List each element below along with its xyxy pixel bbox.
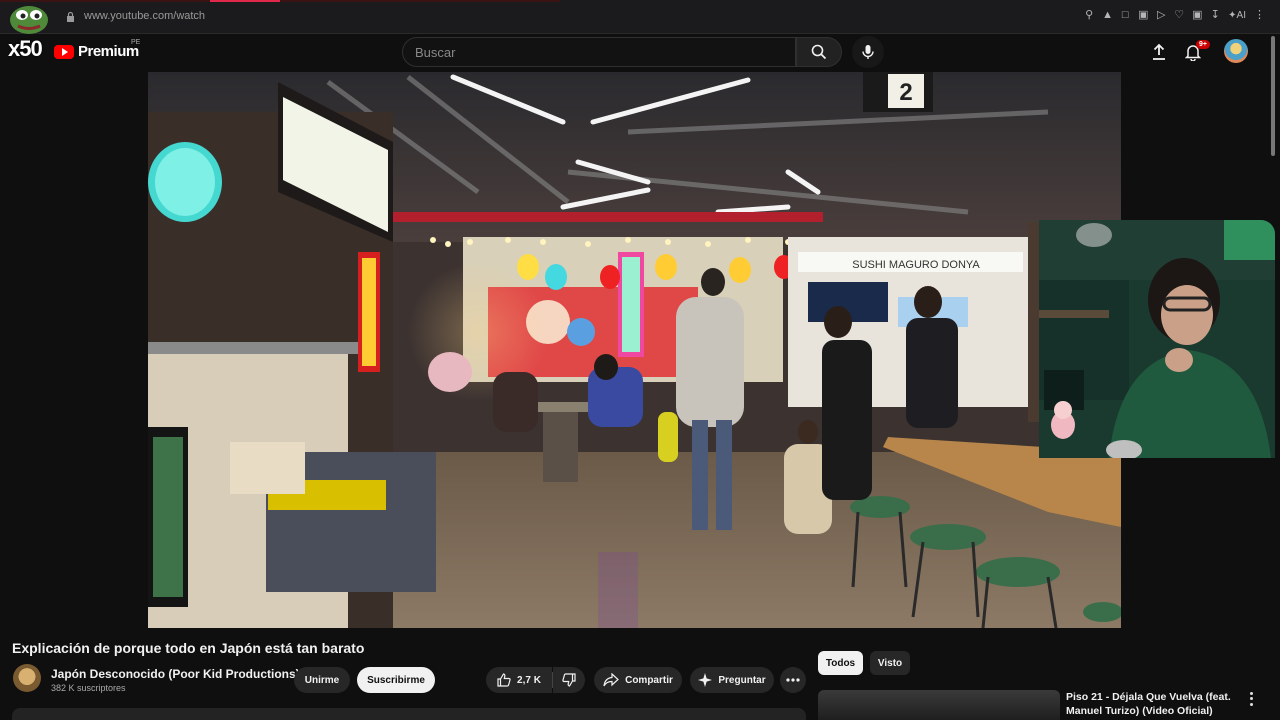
ask-label: Preguntar [718, 674, 766, 686]
browser-toolbar: www.youtube.com/watch ⚲ ▲ □ ▣ ▷ ♡ ▣ ↧ ✦A… [0, 0, 1280, 34]
zoom-icon[interactable]: ⚲ [1084, 9, 1094, 21]
ai-icon[interactable]: ✦AI [1228, 10, 1246, 21]
search-icon [811, 44, 827, 60]
menu-icon[interactable]: ⋮ [1254, 9, 1265, 21]
heart-icon[interactable]: ♡ [1174, 9, 1184, 21]
logo-text: Premium [78, 43, 139, 60]
video-title: Explicación de porque todo en Japón está… [12, 640, 365, 656]
upload-button[interactable] [1148, 41, 1170, 63]
chip-watched[interactable]: Visto [870, 651, 910, 675]
youtube-premium-logo[interactable]: Premium PE [54, 39, 140, 60]
download-icon[interactable]: ↧ [1210, 9, 1220, 21]
subscribe-label: Suscribirme [367, 674, 425, 686]
lock-icon [67, 11, 74, 22]
subscriber-count: 382 K suscriptores [51, 683, 126, 693]
subscribe-button[interactable]: Suscribirme [357, 667, 435, 693]
address-bar[interactable]: www.youtube.com/watch [84, 10, 205, 22]
tab-strip [0, 0, 560, 2]
like-count: 2,7 K [517, 674, 541, 686]
join-label: Unirme [304, 674, 340, 686]
store-sign: SUSHI MAGURO DONYA [852, 259, 980, 271]
thumbs-up-icon [497, 673, 511, 687]
channel-avatar[interactable] [13, 664, 41, 692]
thumbs-down-icon [562, 673, 576, 687]
chip-all[interactable]: Todos [818, 651, 863, 675]
recommended-video-menu-icon[interactable] [1246, 691, 1256, 707]
wallet-icon[interactable]: ▣ [1192, 9, 1202, 21]
ask-button[interactable]: Preguntar [690, 667, 774, 693]
search-input[interactable] [403, 38, 795, 66]
region-code: PE [131, 39, 141, 46]
sparkle-icon [698, 673, 713, 687]
description-box[interactable] [12, 708, 806, 720]
frog-mascot-icon [10, 6, 48, 34]
shield-icon[interactable]: ▣ [1138, 9, 1148, 21]
channel-name[interactable]: Japón Desconocido (Poor Kid Productions) [51, 667, 300, 681]
video-player[interactable]: 2 SUSHI MAGURO DONYA [148, 72, 1121, 628]
floor-sign-number: 2 [899, 79, 912, 106]
youtube-play-icon [54, 44, 74, 59]
page-scrollbar[interactable] [1271, 36, 1275, 156]
join-button[interactable]: Unirme [294, 667, 350, 693]
pin-icon[interactable]: ▲ [1102, 9, 1113, 21]
share-label: Compartir [625, 674, 673, 686]
search-box[interactable] [402, 37, 796, 67]
upload-icon [1153, 43, 1165, 60]
send-icon[interactable]: ▷ [1156, 9, 1166, 21]
voice-search-button[interactable] [852, 36, 884, 68]
recommended-video-thumbnail[interactable] [818, 690, 1060, 720]
more-actions-button[interactable] [780, 667, 806, 693]
more-horizontal-icon [786, 678, 800, 682]
extension-icons: ⚲ ▲ □ ▣ ▷ ♡ ▣ ↧ ✦AI ⋮ [1084, 9, 1265, 21]
stream-badge: x50 [8, 36, 43, 61]
account-avatar[interactable] [1224, 39, 1248, 63]
share-icon [603, 673, 619, 687]
like-button[interactable]: 2,7 K [486, 667, 552, 693]
streamer-webcam [1039, 220, 1275, 458]
search-button[interactable] [796, 37, 842, 67]
recommended-video-title[interactable]: Piso 21 - Déjala Que Vuelva (feat. Manue… [1066, 690, 1236, 720]
notification-count-badge: 9+ [1196, 40, 1210, 49]
screenshot-icon[interactable]: □ [1120, 9, 1130, 21]
microphone-icon [862, 45, 874, 59]
share-button[interactable]: Compartir [594, 667, 682, 693]
dislike-button[interactable] [553, 667, 585, 693]
